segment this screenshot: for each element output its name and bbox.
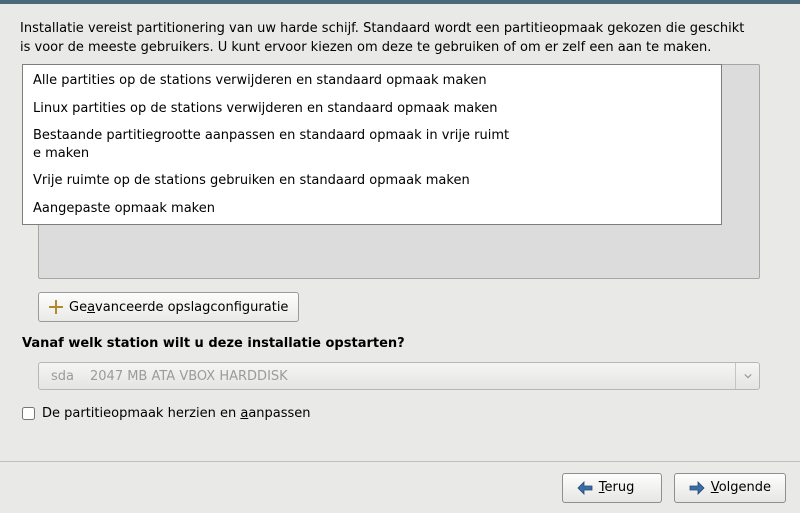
review-layout-label: De partitieopmaak herzien en aanpassen xyxy=(42,406,311,421)
chevron-down-icon xyxy=(735,363,759,389)
intro-line-1: Installatie vereist partitionering van u… xyxy=(20,21,744,36)
partition-scheme-dropdown[interactable]: Alle partities op de stations verwijdere… xyxy=(22,64,722,225)
boot-drive-desc: 2047 MB ATA VBOX HARDDISK xyxy=(90,369,288,384)
back-button[interactable]: Terug xyxy=(562,473,662,503)
partition-option[interactable]: Vrije ruimte op de stations gebruiken en… xyxy=(23,167,721,195)
next-button-label: Volgende xyxy=(711,480,771,495)
arrow-right-icon xyxy=(689,481,705,495)
back-button-label: Terug xyxy=(599,480,635,495)
partition-option[interactable]: Alle partities op de stations verwijdere… xyxy=(23,67,721,95)
footer: Terug Volgende xyxy=(0,461,800,513)
intro-text: Installatie vereist partitionering van u… xyxy=(20,20,780,58)
review-layout-checkbox[interactable] xyxy=(22,407,35,420)
plus-icon xyxy=(49,300,63,314)
main-area: Installatie vereist partitionering van u… xyxy=(0,4,800,461)
advanced-storage-label: Geavanceerde opslagconfiguratie xyxy=(69,300,288,315)
partition-option[interactable]: Bestaande partitiegrootte aanpassen en s… xyxy=(23,122,721,167)
advanced-storage-button[interactable]: Geavanceerde opslagconfiguratie xyxy=(38,292,299,322)
partition-option[interactable]: Aangepaste opmaak maken xyxy=(23,195,721,223)
boot-drive-dev: sda xyxy=(51,369,74,384)
boot-drive-select[interactable]: sda 2047 MB ATA VBOX HARDDISK xyxy=(38,362,760,390)
intro-line-2: is voor de meeste gebruikers. U kunt erv… xyxy=(20,40,711,55)
partition-option[interactable]: Linux partities op de stations verwijder… xyxy=(23,95,721,123)
next-button[interactable]: Volgende xyxy=(674,473,786,503)
arrow-left-icon xyxy=(577,481,593,495)
boot-drive-question: Vanaf welk station wilt u deze installat… xyxy=(22,336,405,351)
review-layout-row: De partitieopmaak herzien en aanpassen xyxy=(22,406,311,421)
